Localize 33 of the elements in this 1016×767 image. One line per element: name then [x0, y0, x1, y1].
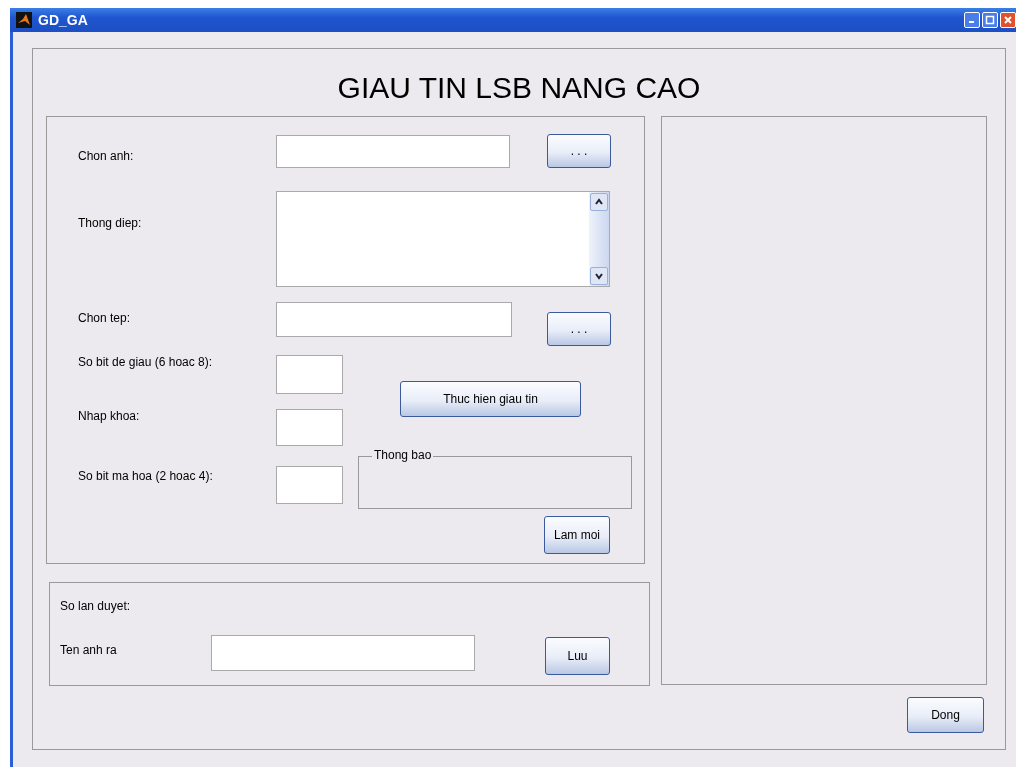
- field-label: So bit ma hoa (2 hoac 4):: [78, 469, 213, 483]
- image-path-field[interactable]: [276, 135, 510, 168]
- browse-button[interactable]: . . .: [547, 312, 611, 346]
- scroll-down-icon[interactable]: [590, 267, 608, 285]
- field-label: Nhap khoa:: [78, 409, 140, 423]
- scroll-up-icon[interactable]: [590, 193, 608, 211]
- key-field[interactable]: [276, 409, 343, 446]
- app-icon: [16, 12, 32, 28]
- message-field[interactable]: [276, 191, 610, 287]
- hide-bits-field[interactable]: [276, 355, 343, 394]
- close-dialog-button[interactable]: Dong: [907, 697, 984, 733]
- field-label: Chon anh:: [78, 149, 134, 163]
- field-label: So bit de giau (6 hoac 8):: [78, 355, 213, 369]
- field-label: Ten anh ra: [60, 643, 117, 657]
- iterations-label: So lan duyet:: [60, 599, 131, 613]
- reset-button[interactable]: Lam moi: [544, 516, 610, 554]
- field-label: Chon tep:: [78, 311, 131, 325]
- minimize-button[interactable]: [964, 12, 980, 28]
- notice-title: Thong bao: [372, 448, 434, 462]
- field-label: Thong diep:: [78, 216, 142, 230]
- close-button[interactable]: [1000, 12, 1016, 28]
- file-path-field[interactable]: [276, 302, 512, 337]
- run-button[interactable]: Thuc hien giau tin: [400, 381, 581, 417]
- save-button[interactable]: Luu: [545, 637, 610, 675]
- browse-button[interactable]: . . .: [547, 134, 611, 168]
- scrollbar[interactable]: [589, 192, 609, 286]
- maximize-icon: [985, 15, 995, 25]
- maximize-button[interactable]: [982, 12, 998, 28]
- app-heading: GIAU TIN LSB NANG CAO: [336, 71, 702, 105]
- encrypt-bits-field[interactable]: [276, 466, 343, 504]
- close-icon: [1003, 15, 1013, 25]
- window-title: GD_GA: [38, 12, 88, 28]
- output-name-field[interactable]: [211, 635, 475, 671]
